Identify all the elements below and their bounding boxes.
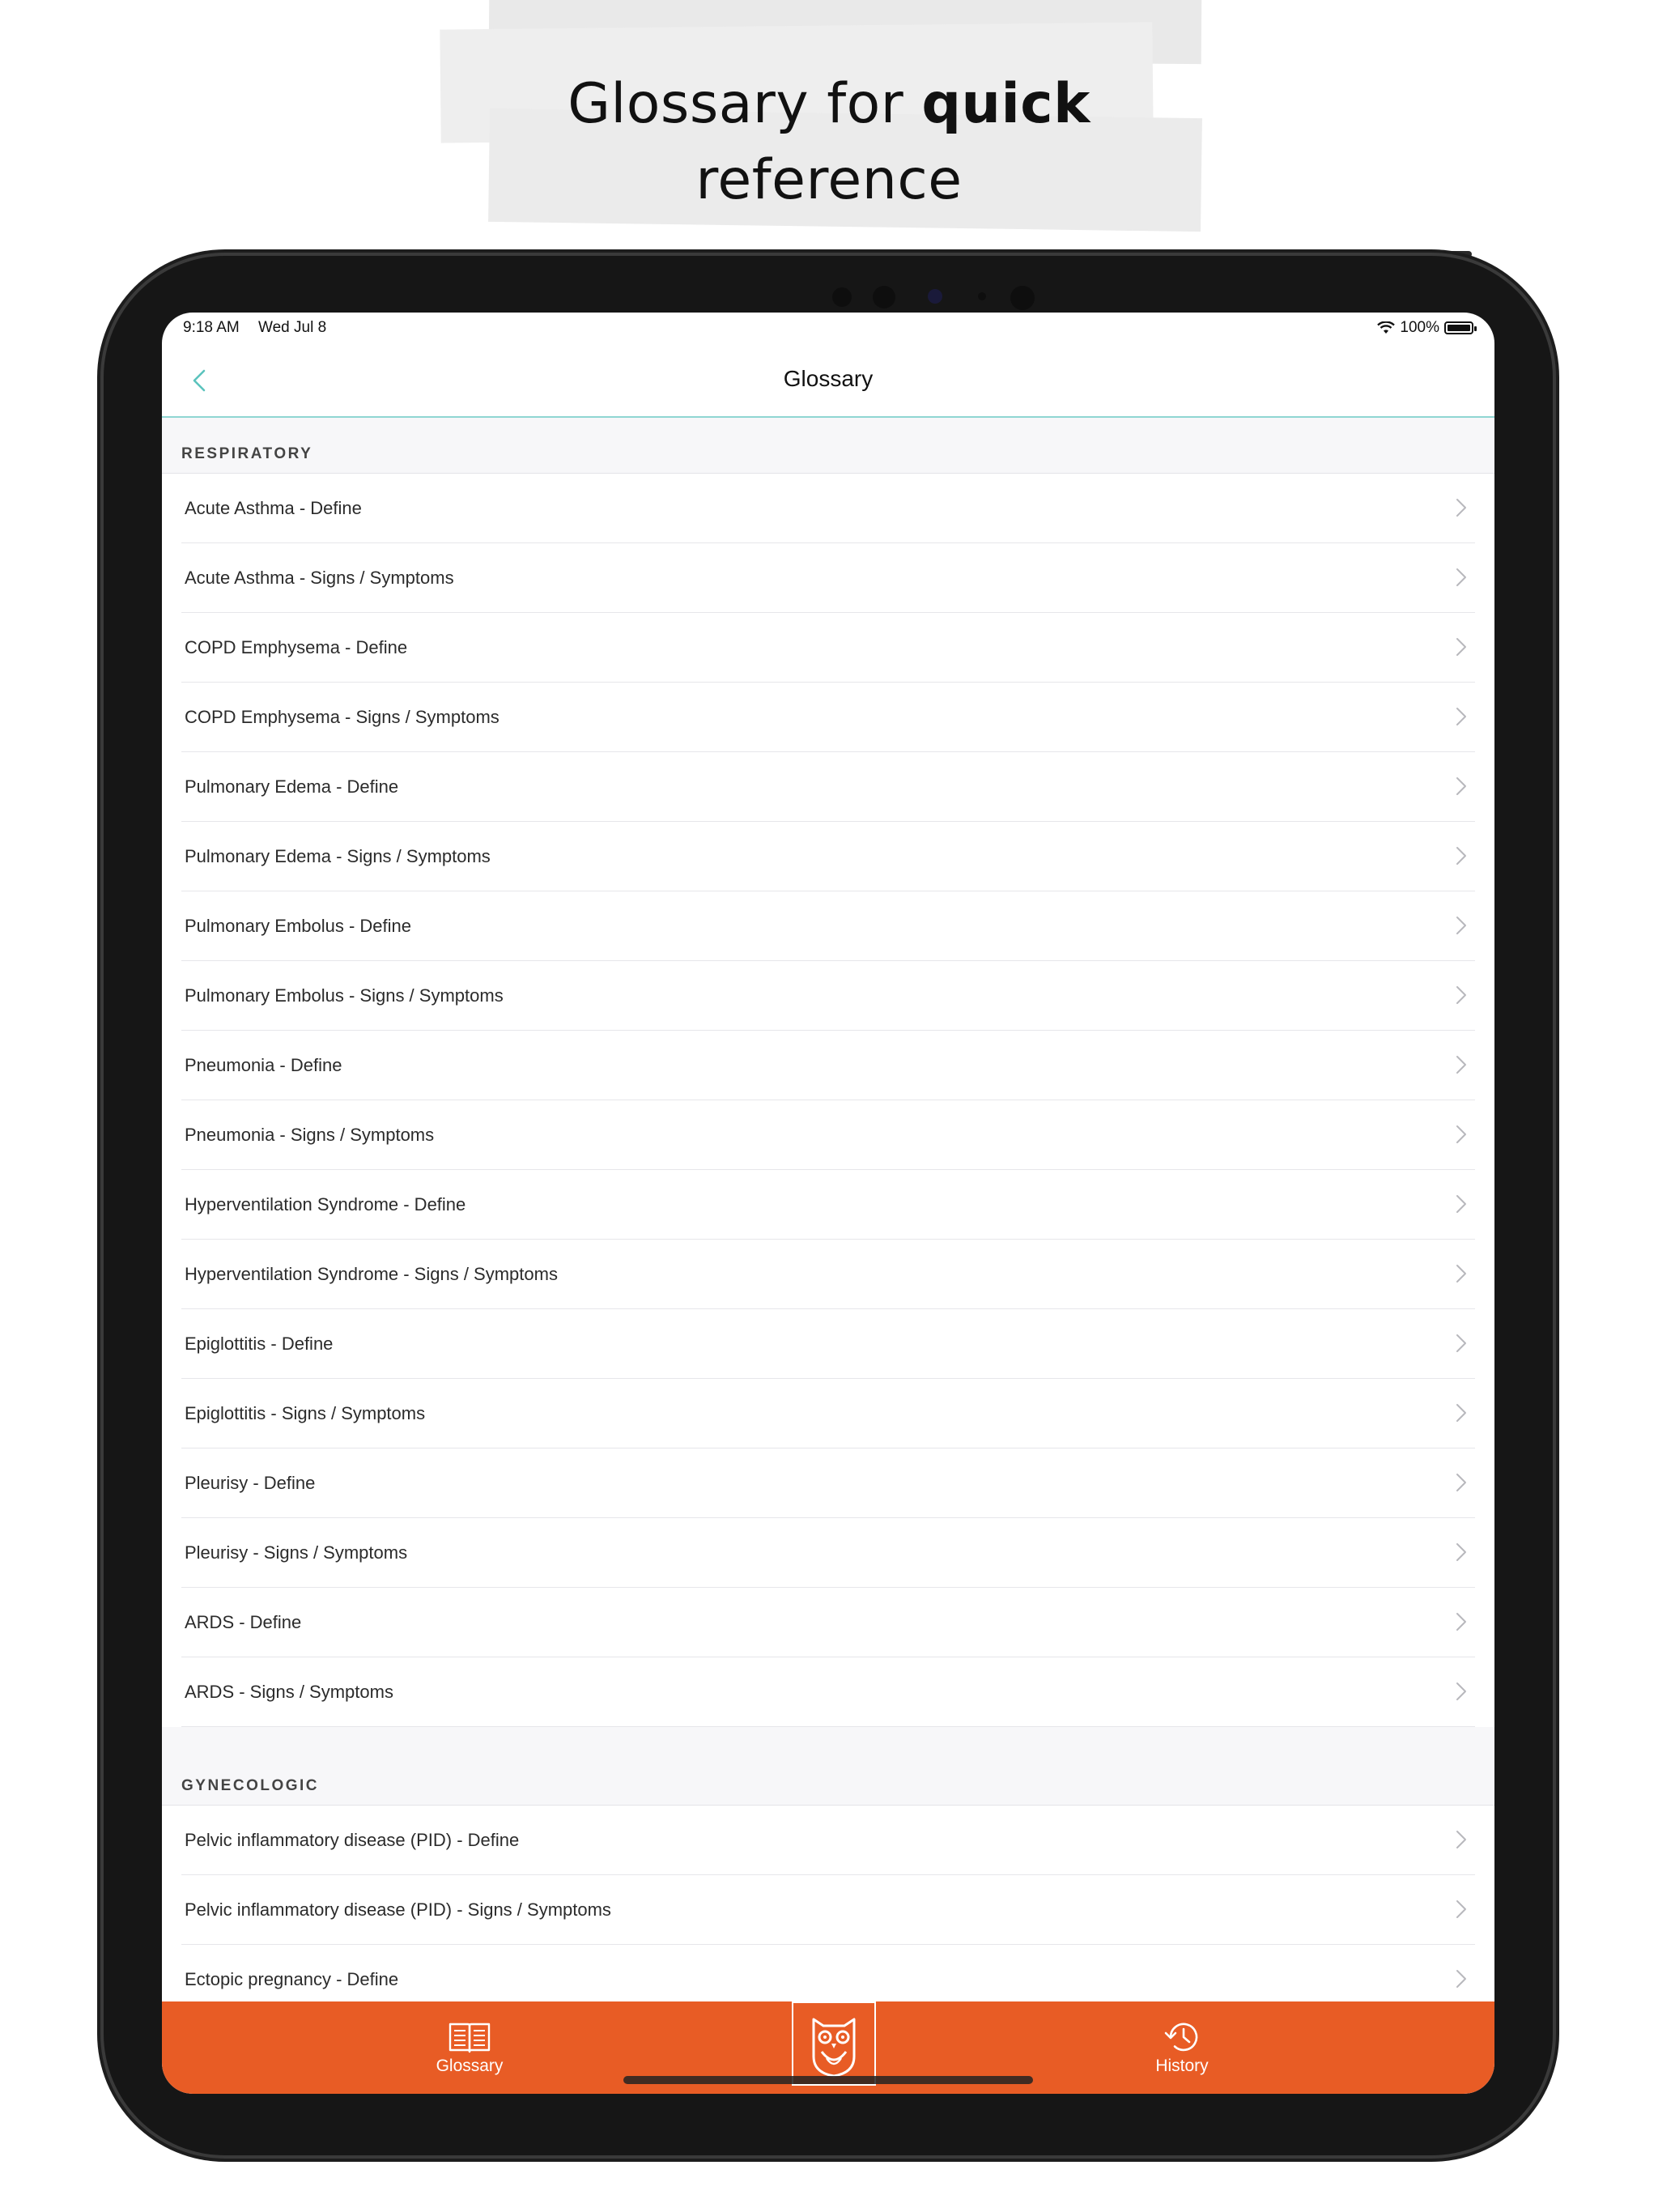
tab-history[interactable]: History [1093,2001,1271,2094]
chevron-right-icon [1456,499,1466,517]
status-time: 9:18 AM [183,319,240,336]
tab-history-label: History [1155,2057,1209,2075]
chevron-right-icon [1456,708,1466,725]
app-store-screenshot: Glossary for quick reference 9:18 AM Wed… [0,0,1658,2212]
battery-icon [1444,321,1477,334]
chevron-right-icon [1456,1125,1466,1143]
chevron-right-icon [1456,1474,1466,1491]
list-item-label: COPD Emphysema - Define [185,637,408,657]
list-item-label: Pelvic inflammatory disease (PID) - Sign… [185,1899,611,1920]
chevron-right-icon [1456,777,1466,795]
list-item-label: Pulmonary Embolus - Signs / Symptoms [185,985,504,1006]
wifi-icon [1377,321,1396,334]
list-item-label: Acute Asthma - Signs / Symptoms [185,568,454,588]
tab-glossary-label: Glossary [436,2057,504,2075]
center-owl-button[interactable] [792,2001,876,2086]
caption-line1-bold: quick [921,72,1090,136]
navigation-bar: Glossary [162,345,1494,418]
list-item-label: Ectopic pregnancy - Define [185,1969,399,1989]
book-icon [449,2023,491,2053]
list-item-label: COPD Emphysema - Signs / Symptoms [185,707,500,727]
list-item[interactable]: ARDS - Define [181,1588,1475,1657]
app-screen: 9:18 AM Wed Jul 8 100% Glossary RESPIRAT… [162,313,1494,2094]
chevron-right-icon [1456,1056,1466,1074]
camera-bar [816,276,1059,317]
chevron-right-icon [1456,1265,1466,1283]
chevron-right-icon [1456,986,1466,1004]
list-item[interactable]: Hyperventilation Syndrome - Define [181,1170,1475,1240]
section-header: GYNECOLOGIC [162,1750,1494,1806]
caption-line1-prefix: Glossary for [568,72,922,136]
list-item[interactable]: COPD Emphysema - Signs / Symptoms [181,683,1475,752]
chevron-right-icon [1456,1334,1466,1352]
list-item-label: Pneumonia - Define [185,1055,342,1075]
list-item[interactable]: Acute Asthma - Define [181,474,1475,543]
chevron-right-icon [1456,847,1466,865]
chevron-right-icon [1456,1404,1466,1422]
list-item[interactable]: Pulmonary Embolus - Define [181,891,1475,961]
chevron-right-icon [1456,638,1466,656]
list-item-label: Pulmonary Edema - Define [185,776,399,797]
section-header: RESPIRATORY [162,418,1494,474]
chevron-right-icon [1456,1195,1466,1213]
section-header-label: RESPIRATORY [181,445,313,462]
list-item[interactable]: Epiglottitis - Signs / Symptoms [181,1379,1475,1448]
list-item-label: Epiglottitis - Define [185,1334,334,1354]
history-icon [1164,2023,1198,2052]
list-item-label: ARDS - Signs / Symptoms [185,1682,393,1702]
list-item[interactable]: Pulmonary Embolus - Signs / Symptoms [181,961,1475,1031]
list-item[interactable]: Pulmonary Edema - Signs / Symptoms [181,822,1475,891]
list-item[interactable]: COPD Emphysema - Define [181,613,1475,683]
tab-bar: Glossary History [162,2001,1494,2094]
list-item[interactable]: Ectopic pregnancy - Define [181,1945,1475,2000]
glossary-list[interactable]: RESPIRATORY Acute Asthma - Define Acute As… [162,418,1494,2000]
list-item-label: Acute Asthma - Define [185,498,362,518]
chevron-right-icon [1456,1613,1466,1631]
chevron-right-icon [1456,1900,1466,1918]
list-item-label: ARDS - Define [185,1612,302,1632]
list-item[interactable]: Pelvic inflammatory disease (PID) - Defi… [181,1806,1475,1875]
list-item-label: Hyperventilation Syndrome - Signs / Symp… [185,1264,558,1284]
list-item[interactable]: Acute Asthma - Signs / Symptoms [181,543,1475,613]
section-spacer [162,1727,1494,1750]
list-item-label: Pleurisy - Signs / Symptoms [185,1542,408,1563]
chevron-right-icon [1456,1682,1466,1700]
list-item[interactable]: Pleurisy - Signs / Symptoms [181,1518,1475,1588]
page-title: Glossary [783,366,874,391]
list-item-label: Pelvic inflammatory disease (PID) - Defi… [185,1830,520,1850]
list-item[interactable]: Pneumonia - Signs / Symptoms [181,1100,1475,1170]
list-item[interactable]: Pleurisy - Define [181,1448,1475,1518]
list-item[interactable]: Epiglottitis - Define [181,1309,1475,1379]
list-item[interactable]: Pneumonia - Define [181,1031,1475,1100]
chevron-right-icon [1456,568,1466,586]
list-item-label: Hyperventilation Syndrome - Define [185,1194,466,1214]
list-item-label: Epiglottitis - Signs / Symptoms [185,1403,426,1423]
ipad-frame: 9:18 AM Wed Jul 8 100% Glossary RESPIRAT… [104,256,1553,2155]
tab-glossary[interactable]: Glossary [380,2001,559,2094]
list-item[interactable]: Pulmonary Edema - Define [181,752,1475,822]
chevron-right-icon [1456,1831,1466,1848]
caption-banner: Glossary for quick reference [0,0,1658,243]
section-header-label: GYNECOLOGIC [181,1777,320,1794]
status-bar: 9:18 AM Wed Jul 8 100% [162,313,1494,345]
battery-percent: 100% [1400,319,1439,336]
caption-text: Glossary for quick reference [0,66,1658,219]
chevron-right-icon [1456,1970,1466,1988]
list-item-label: Pulmonary Embolus - Define [185,916,412,936]
list-item[interactable]: Hyperventilation Syndrome - Signs / Symp… [181,1240,1475,1309]
caption-line2: reference [695,148,963,212]
list-item-label: Pulmonary Edema - Signs / Symptoms [185,846,491,866]
list-item[interactable]: ARDS - Signs / Symptoms [181,1657,1475,1727]
chevron-right-icon [1456,1543,1466,1561]
status-date: Wed Jul 8 [258,319,327,336]
list-item[interactable]: Pelvic inflammatory disease (PID) - Sign… [181,1875,1475,1945]
home-indicator [623,2076,1033,2084]
list-item-label: Pleurisy - Define [185,1473,316,1493]
owl-logo-icon [812,2018,856,2078]
list-item-label: Pneumonia - Signs / Symptoms [185,1125,435,1145]
chevron-right-icon [1456,917,1466,934]
